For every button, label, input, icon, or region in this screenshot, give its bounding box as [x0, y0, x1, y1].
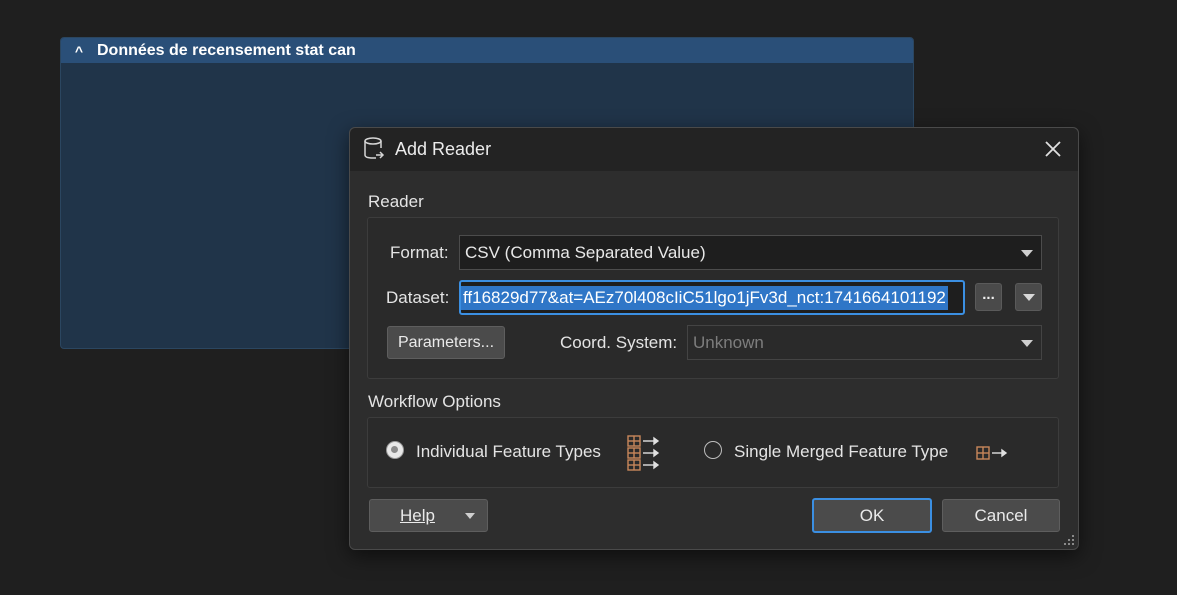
format-label: Format:	[390, 243, 449, 262]
dialog-title: Add Reader	[395, 139, 492, 159]
chevron-down-icon	[1022, 293, 1035, 301]
single-feature-type-icon	[976, 446, 1008, 460]
coord-system-value: Unknown	[693, 332, 764, 352]
individual-feature-types-label[interactable]: Individual Feature Types	[416, 442, 601, 462]
dataset-label: Dataset:	[386, 288, 450, 307]
dataset-field[interactable]: ff16829d77&at=AEz70l408cIiC51lgo1jFv3d_n…	[459, 280, 965, 315]
dataset-value: ff16829d77&at=AEz70l408cIiC51lgo1jFv3d_n…	[461, 285, 948, 310]
add-reader-dialog: Add Reader Reader Format: CSV (Comma Sep…	[349, 127, 1079, 550]
resize-grip-icon[interactable]	[1061, 532, 1075, 546]
cancel-button-label: Cancel	[974, 505, 1028, 525]
coord-system-combo[interactable]: Unknown	[687, 325, 1042, 360]
browse-button[interactable]: ...	[975, 283, 1002, 311]
chevron-down-icon[interactable]	[465, 513, 475, 519]
coord-system-label: Coord. System:	[560, 333, 678, 352]
collapse-chevron-icon[interactable]: ^	[73, 43, 85, 59]
parameters-button-label: Parameters...	[397, 333, 495, 351]
help-button[interactable]: Help	[369, 499, 488, 532]
browse-button-label: ...	[982, 285, 995, 303]
ok-button-label: OK	[859, 505, 885, 525]
individual-feature-types-radio[interactable]	[386, 441, 404, 459]
chevron-down-icon[interactable]	[1021, 250, 1033, 257]
multi-feature-types-icon	[627, 435, 660, 471]
close-icon[interactable]	[1042, 138, 1064, 160]
bookmark-header[interactable]: ^ Données de recensement stat can	[61, 38, 913, 63]
workflow-section-label: Workflow Options	[368, 392, 501, 411]
reader-section-label: Reader	[368, 192, 424, 211]
bookmark-title: Données de recensement stat can	[97, 41, 356, 59]
help-button-label: Help	[400, 505, 435, 525]
format-value: CSV (Comma Separated Value)	[465, 242, 706, 262]
chevron-down-icon[interactable]	[1021, 340, 1033, 347]
parameters-button[interactable]: Parameters...	[387, 326, 505, 359]
single-merged-feature-type-radio[interactable]	[704, 441, 722, 459]
ok-button[interactable]: OK	[812, 498, 932, 533]
dialog-titlebar[interactable]: Add Reader	[350, 128, 1078, 171]
dataset-dropdown-button[interactable]	[1015, 283, 1042, 311]
database-reader-icon	[364, 137, 385, 159]
single-merged-feature-type-label[interactable]: Single Merged Feature Type	[734, 442, 948, 462]
format-combo[interactable]: CSV (Comma Separated Value)	[459, 235, 1042, 270]
cancel-button[interactable]: Cancel	[942, 499, 1060, 532]
